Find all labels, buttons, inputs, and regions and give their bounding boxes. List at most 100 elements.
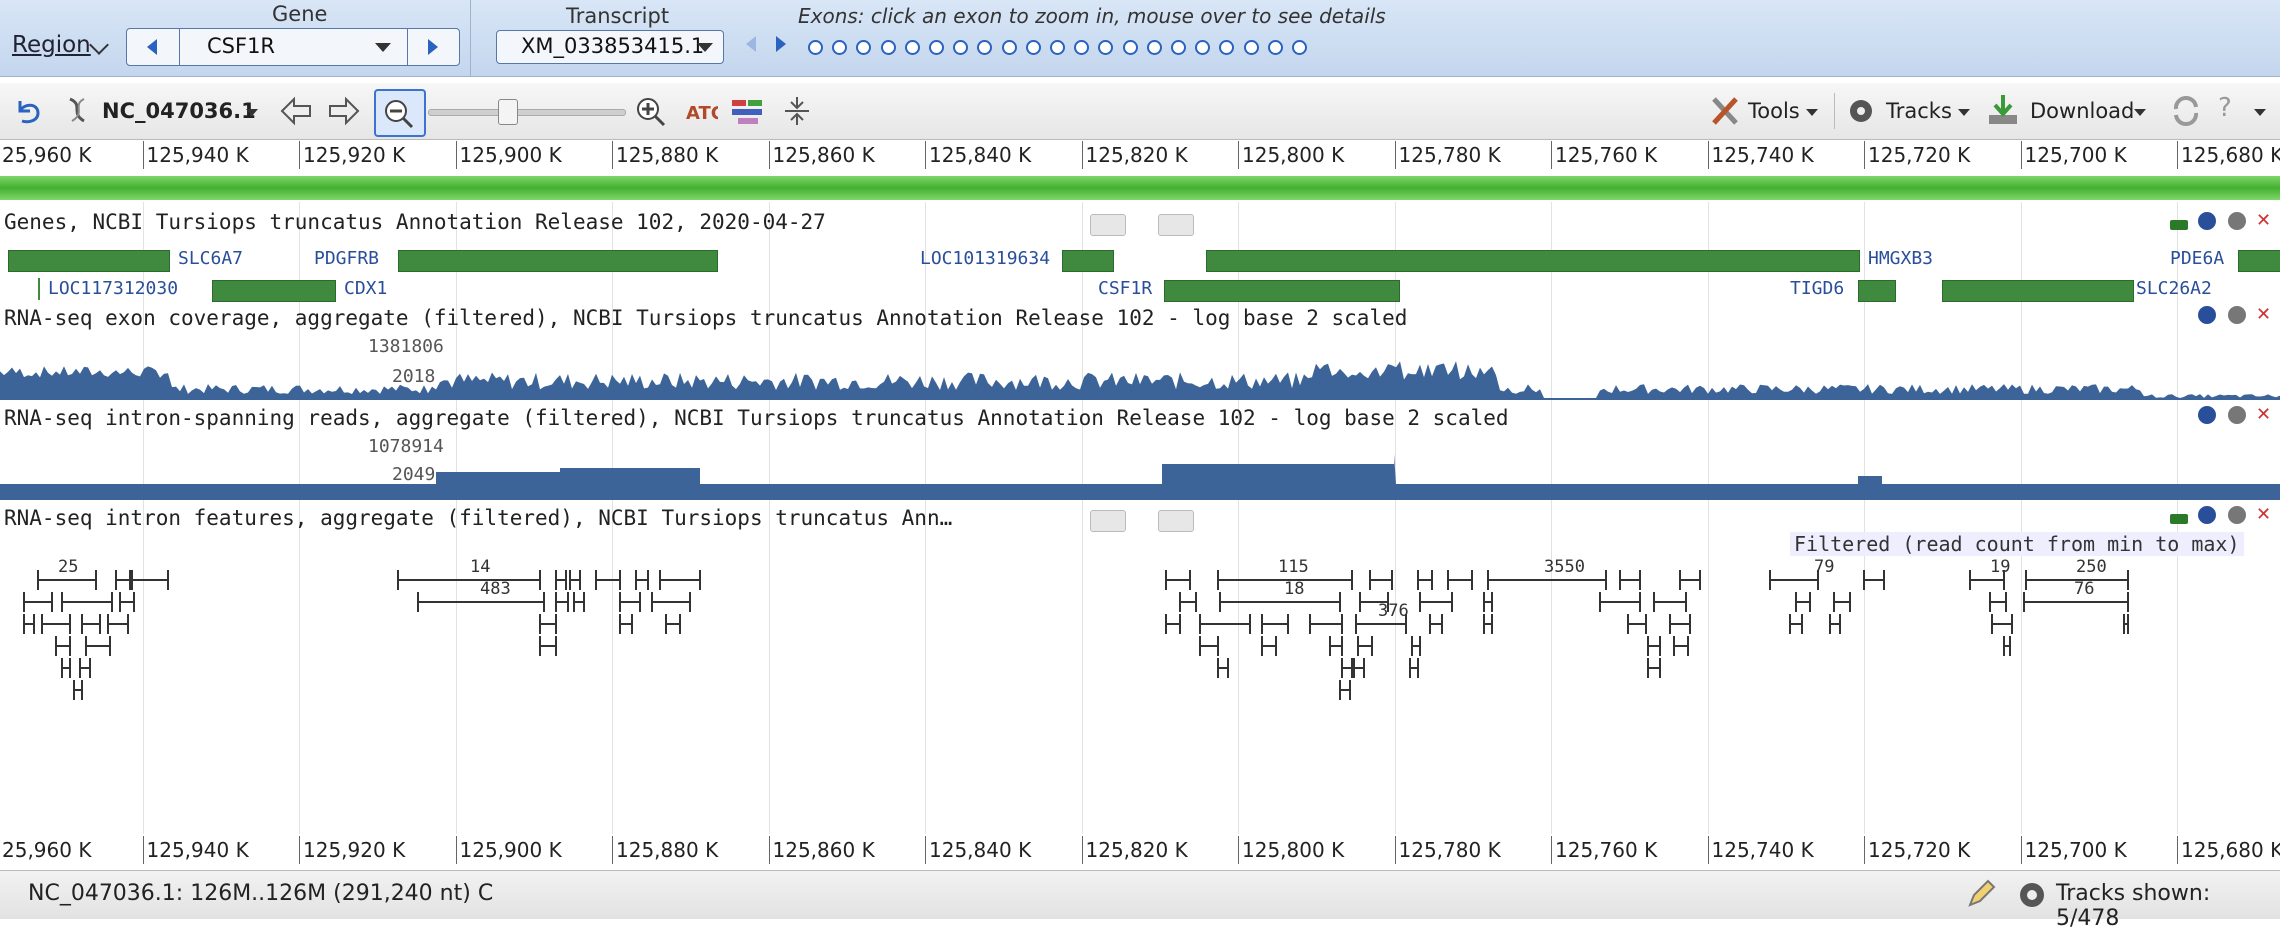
intron-feature[interactable] [635, 570, 649, 590]
exon-dot[interactable] [856, 40, 872, 55]
exon-dot[interactable] [1146, 40, 1162, 55]
intron-feature[interactable] [1863, 570, 1885, 590]
info-icon[interactable] [2198, 212, 2216, 230]
gene-label[interactable]: HMGXB3 [1868, 248, 1933, 269]
intron-feature[interactable] [1833, 592, 1851, 612]
intron-feature[interactable] [1341, 658, 1353, 678]
intron-spanning-graph[interactable] [0, 450, 2280, 500]
intron-feature[interactable] [539, 636, 557, 656]
tracks-dropdown-icon[interactable] [1958, 109, 1970, 116]
intron-feature[interactable] [1679, 570, 1701, 590]
intron-feature[interactable] [539, 614, 557, 634]
intron-feature[interactable] [659, 570, 701, 590]
download-icon[interactable] [2170, 220, 2188, 230]
intron-feature[interactable] [85, 636, 111, 656]
intron-feature[interactable] [397, 570, 541, 590]
track-colors-icon[interactable] [730, 95, 766, 127]
prev-gene-button[interactable] [127, 29, 180, 65]
exon-coverage-graph[interactable] [0, 350, 2280, 400]
intron-feature[interactable] [1339, 680, 1351, 700]
exon-dot[interactable] [1074, 40, 1090, 55]
intron-feature[interactable] [1769, 570, 1819, 590]
intron-feature[interactable] [131, 570, 169, 590]
close-icon[interactable]: ✕ [2256, 212, 2274, 230]
region-chevron-icon[interactable] [89, 35, 109, 55]
next-exon-icon[interactable] [776, 36, 786, 52]
intron-feature[interactable] [555, 592, 569, 612]
gene-feature[interactable] [2238, 250, 2280, 272]
exon-dot[interactable] [977, 40, 993, 55]
intron-feature[interactable] [1647, 658, 1661, 678]
track-prev-feature-button[interactable] [1090, 214, 1126, 236]
track-next-feature-button[interactable] [1158, 214, 1194, 236]
info-icon[interactable] [2198, 406, 2216, 424]
intron-feature[interactable] [1353, 658, 1365, 678]
gear-icon[interactable] [2228, 212, 2246, 230]
intron-feature[interactable] [2123, 614, 2129, 634]
exon-dot[interactable] [1195, 40, 1211, 55]
sequence-selector[interactable]: NC_047036.1 [102, 99, 256, 123]
gene-feature[interactable] [38, 278, 40, 300]
intron-features-graph[interactable]: 25 14483 11518 376 3550 79 19 25076 [0, 552, 2280, 752]
gene-label[interactable]: CSF1R [1098, 278, 1152, 299]
exon-dot[interactable] [929, 40, 944, 55]
intron-feature[interactable] [573, 592, 585, 612]
intron-feature[interactable] [81, 614, 101, 634]
intron-feature[interactable] [1165, 614, 1181, 634]
gear-icon[interactable] [2228, 506, 2246, 524]
intron-feature[interactable] [569, 570, 581, 590]
intron-feature[interactable] [1483, 592, 1493, 612]
exon-dot[interactable] [832, 40, 848, 55]
intron-feature[interactable] [61, 592, 113, 612]
intron-feature[interactable] [651, 592, 691, 612]
track-prev-feature-button[interactable] [1090, 510, 1126, 532]
intron-feature[interactable] [1789, 614, 1803, 634]
intron-feature[interactable] [1647, 636, 1661, 656]
gene-label[interactable]: SLC6A7 [178, 248, 243, 269]
intron-feature[interactable] [665, 614, 681, 634]
intron-feature[interactable] [1409, 658, 1419, 678]
exon-dot[interactable] [1292, 40, 1307, 55]
gene-label[interactable]: SLC26A2 [2136, 278, 2212, 299]
tools-menu[interactable]: Tools [1748, 99, 1800, 123]
exon-dot[interactable] [1098, 40, 1114, 55]
intron-feature[interactable] [1217, 658, 1229, 678]
intron-feature[interactable] [1429, 614, 1443, 634]
intron-feature[interactable] [1795, 592, 1811, 612]
gene-selector[interactable]: CSF1R [126, 28, 460, 66]
tools-dropdown-icon[interactable] [1806, 109, 1818, 116]
exon-dot[interactable] [1122, 40, 1138, 55]
arrow-left-icon[interactable] [278, 95, 314, 127]
intron-feature[interactable] [1653, 592, 1687, 612]
intron-feature[interactable] [1357, 636, 1373, 656]
intron-feature[interactable] [1619, 570, 1641, 590]
next-gene-button[interactable] [407, 29, 460, 65]
gene-dropdown-icon[interactable] [375, 43, 391, 52]
exon-dot[interactable] [1001, 40, 1017, 55]
gene-label[interactable]: LOC117312030 [48, 278, 178, 299]
exon-dot[interactable] [1219, 40, 1235, 55]
collapse-tracks-icon[interactable] [782, 95, 812, 127]
gear-icon[interactable] [2228, 406, 2246, 424]
intron-feature[interactable] [1599, 592, 1641, 612]
gene-feature[interactable] [1942, 280, 2134, 302]
gene-feature[interactable] [398, 250, 718, 272]
close-icon[interactable]: ✕ [2256, 506, 2274, 524]
intron-feature[interactable] [1261, 636, 1277, 656]
download-icon[interactable] [2170, 514, 2188, 524]
exon-dot[interactable] [1243, 40, 1259, 55]
intron-feature[interactable] [2003, 636, 2011, 656]
exon-dot[interactable] [953, 40, 969, 55]
gear-icon[interactable] [2016, 879, 2048, 911]
tracks-menu[interactable]: Tracks [1886, 99, 1952, 123]
download-menu[interactable]: Download [2030, 99, 2134, 123]
exon-dot[interactable] [1025, 40, 1041, 55]
intron-feature[interactable] [1411, 636, 1421, 656]
intron-feature[interactable] [1669, 614, 1691, 634]
gene-feature[interactable] [212, 280, 336, 302]
intron-feature[interactable] [41, 614, 71, 634]
exon-dot[interactable] [1050, 40, 1065, 55]
gene-feature[interactable] [1858, 280, 1896, 302]
intron-feature[interactable] [1829, 614, 1841, 634]
help-dropdown-icon[interactable] [2254, 109, 2266, 116]
